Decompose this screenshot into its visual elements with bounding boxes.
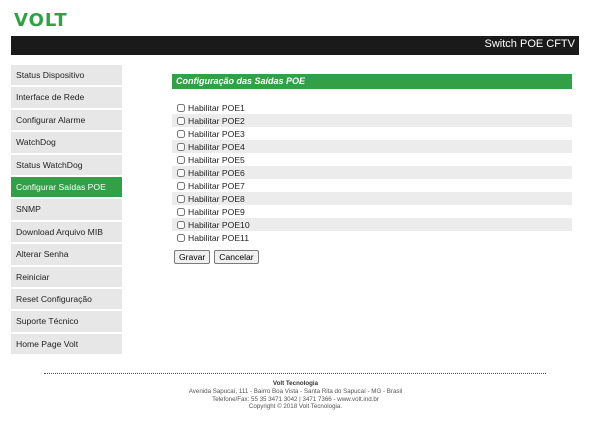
footer-divider bbox=[44, 373, 546, 374]
save-button[interactable]: Gravar bbox=[174, 250, 211, 264]
footer-phone: Telefone/Fax: 55 35 3471 3042 | 3471 736… bbox=[212, 395, 379, 403]
poe-label: Habilitar POE8 bbox=[188, 193, 245, 204]
sidebar-item-11[interactable]: Suporte Técnico bbox=[11, 311, 122, 332]
poe-checkbox[interactable] bbox=[177, 194, 185, 203]
sidebar-item-3[interactable]: WatchDog bbox=[11, 132, 122, 153]
footer-address: Avenida Sapucaí, 111 - Bairro Boa Vista … bbox=[188, 387, 403, 395]
poe-checkbox[interactable] bbox=[177, 233, 185, 242]
sidebar-item-5[interactable]: Configurar Saídas POE bbox=[11, 176, 122, 198]
poe-row: Habilitar POE9 bbox=[172, 205, 572, 218]
sidebar-item-6[interactable]: SNMP bbox=[11, 199, 122, 220]
header-title: Switch POE CFTV bbox=[484, 38, 575, 50]
sidebar-item-7[interactable]: Download Arquivo MIB bbox=[11, 221, 122, 243]
poe-checkbox[interactable] bbox=[177, 155, 185, 164]
cancel-button[interactable]: Cancelar bbox=[214, 250, 259, 264]
footer: Volt Tecnologia Avenida Sapucaí, 111 - B… bbox=[0, 380, 591, 411]
header-bar: Switch POE CFTV bbox=[11, 36, 579, 55]
poe-row: Habilitar POE4 bbox=[172, 140, 572, 153]
poe-checkbox[interactable] bbox=[177, 168, 185, 177]
poe-label: Habilitar POE11 bbox=[188, 232, 249, 243]
poe-checkbox[interactable] bbox=[177, 103, 185, 112]
poe-checkbox[interactable] bbox=[177, 220, 185, 229]
poe-label: Habilitar POE4 bbox=[188, 141, 245, 152]
poe-list: Habilitar POE1 Habilitar POE2 Habilitar PO… bbox=[172, 101, 572, 244]
svg-text:VOLT: VOLT bbox=[14, 10, 68, 30]
poe-label: Habilitar POE9 bbox=[188, 206, 245, 217]
poe-row: Habilitar POE7 bbox=[172, 179, 572, 192]
form-buttons: Gravar Cancelar bbox=[172, 250, 572, 264]
poe-row: Habilitar POE2 bbox=[172, 114, 572, 127]
section-title: Configuração das Saídas POE bbox=[172, 74, 572, 89]
footer-copyright: Copyright © 2018 Volt Tecnologia. bbox=[248, 403, 343, 411]
poe-label: Habilitar POE10 bbox=[188, 219, 250, 230]
poe-label: Habilitar POE7 bbox=[188, 180, 245, 191]
sidebar-item-12[interactable]: Home Page Volt bbox=[11, 333, 122, 355]
poe-label: Habilitar POE1 bbox=[188, 102, 245, 113]
poe-label: Habilitar POE6 bbox=[188, 167, 245, 178]
sidebar-item-8[interactable]: Alterar Senha bbox=[11, 244, 122, 265]
poe-row: Habilitar POE10 bbox=[172, 218, 572, 231]
main-content: Configuração das Saídas POE Habilitar PO… bbox=[172, 74, 572, 264]
poe-label: Habilitar POE5 bbox=[188, 154, 245, 165]
sidebar-item-4[interactable]: Status WatchDog bbox=[11, 154, 122, 175]
poe-checkbox[interactable] bbox=[177, 129, 185, 138]
poe-row: Habilitar POE5 bbox=[172, 153, 572, 166]
poe-row: Habilitar POE3 bbox=[172, 127, 572, 140]
sidebar-item-9[interactable]: Reiniciar bbox=[11, 266, 122, 287]
poe-row: Habilitar POE11 bbox=[172, 231, 572, 244]
poe-checkbox[interactable] bbox=[177, 181, 185, 190]
poe-row: Habilitar POE6 bbox=[172, 166, 572, 179]
sidebar-item-2[interactable]: Configurar Alarme bbox=[11, 109, 122, 131]
volt-logo: VOLT bbox=[14, 8, 74, 31]
poe-checkbox[interactable] bbox=[177, 116, 185, 125]
sidebar-item-0[interactable]: Status Dispositivo bbox=[11, 65, 122, 86]
poe-label: Habilitar POE2 bbox=[188, 115, 245, 126]
sidebar-item-10[interactable]: Reset Configuração bbox=[11, 288, 122, 310]
poe-row: Habilitar POE1 bbox=[172, 101, 572, 114]
poe-label: Habilitar POE3 bbox=[188, 128, 245, 139]
poe-row: Habilitar POE8 bbox=[172, 192, 572, 205]
sidebar-item-1[interactable]: Interface de Rede bbox=[11, 87, 122, 108]
poe-checkbox[interactable] bbox=[177, 207, 185, 216]
sidebar: Status Dispositivo Interface de Rede Confi… bbox=[11, 65, 122, 356]
footer-company: Volt Tecnologia bbox=[272, 380, 319, 387]
poe-checkbox[interactable] bbox=[177, 142, 185, 151]
